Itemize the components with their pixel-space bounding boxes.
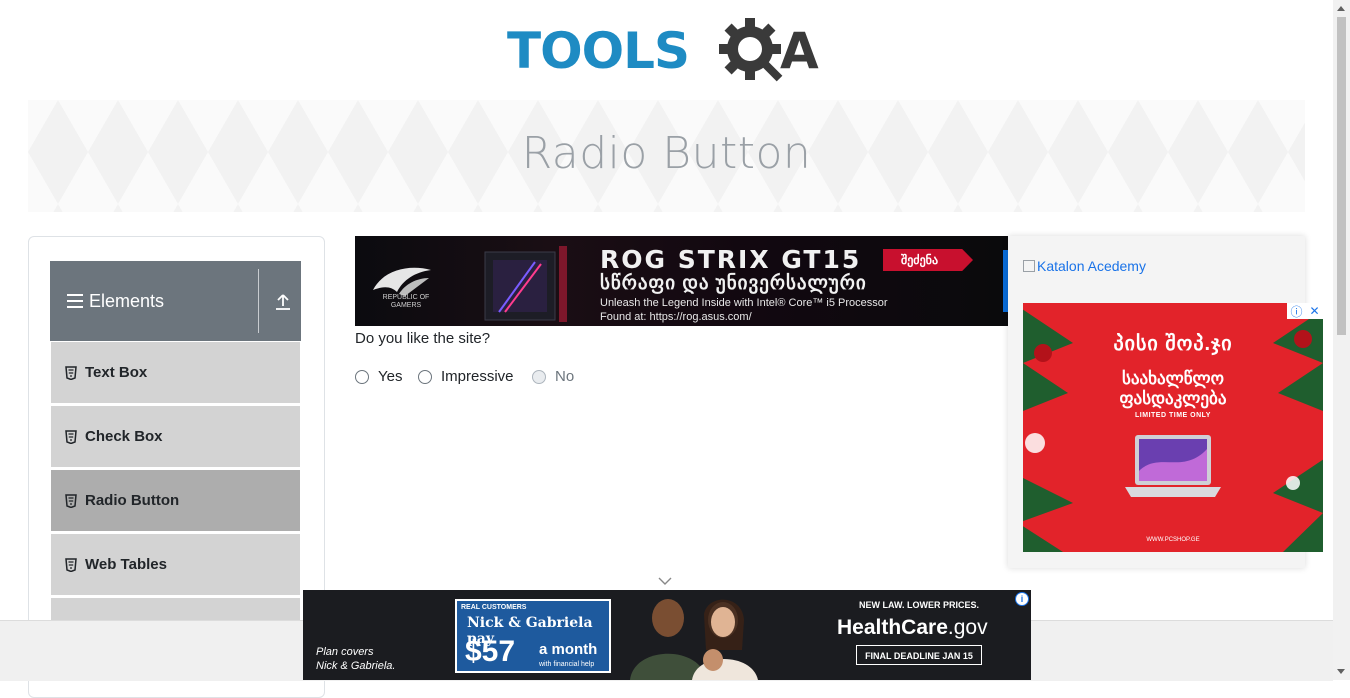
radio-input [532, 369, 546, 384]
ad-deadline: FINAL DEADLINE JAN 15 [856, 645, 982, 665]
chevron-down-icon[interactable] [658, 577, 672, 585]
pcshop-ad[interactable]: პისი შოპ.ჯი საახალწლო ფასდაკლება LIMITED… [1023, 303, 1323, 552]
ad-headline-line: საახალწლო [1121, 369, 1225, 388]
scroll-up-icon[interactable] [1337, 6, 1345, 11]
rog-brand-text: REPUBLIC OF GAMERS [382, 294, 430, 309]
ad-plan-line: Nick & Gabriela. [316, 660, 396, 672]
svg-text:TOOLS: TOOLS [507, 22, 689, 80]
logo-graphic: TOOLS A [507, 18, 819, 82]
ad-per-month: a month [539, 641, 598, 658]
page-banner: Radio Button [28, 100, 1305, 212]
ad-new-law: NEW LAW. LOWER PRICES. [859, 600, 980, 610]
scroll-thumb[interactable] [1337, 17, 1346, 335]
sidebar-item-web-tables[interactable]: Web Tables [51, 534, 300, 596]
toolsqa-logo[interactable]: TOOLS A [505, 14, 835, 92]
ad-headline-line: ფასდაკლება [1119, 389, 1227, 408]
broken-image-icon [1023, 260, 1035, 272]
ad-price-box: REAL CUSTOMERS Nick & Gabriela pay $57 a… [455, 599, 611, 673]
question-text: Do you like the site? [355, 330, 491, 347]
ad-headline: საახალწლო ფასდაკლება [1023, 369, 1323, 409]
ad-plan-text: Plan covers Nick & Gabriela. [316, 645, 395, 673]
info-icon[interactable]: i [1015, 592, 1029, 606]
html5-icon [65, 366, 77, 380]
rog-strix-ad[interactable]: REPUBLIC OF GAMERS ROG STRIX GT15 სწრაფი… [355, 236, 1008, 326]
ad-choices[interactable]: ⓘ ✕ [1287, 303, 1323, 319]
ad-amount: $57 [465, 635, 516, 668]
gear-icon [719, 18, 783, 82]
header-divider [258, 269, 259, 333]
info-icon[interactable]: ⓘ [1290, 303, 1302, 320]
ad-subtitle: სწრაფი და უნივერსალური [600, 273, 867, 294]
link-text[interactable]: Katalon Acedemy [1037, 258, 1146, 274]
html5-icon [65, 494, 77, 508]
sidebar-item-radio-button[interactable]: Radio Button [51, 470, 300, 532]
sidebar-item-label: Text Box [85, 364, 148, 381]
sidebar-item-text-box[interactable]: Text Box [51, 342, 300, 404]
katalon-academy-link[interactable]: Katalon Acedemy [1023, 258, 1146, 274]
radio-label: No [555, 368, 575, 385]
ad-title: ROG STRIX GT15 [600, 245, 862, 274]
family-photo-image [630, 599, 758, 680]
healthcare-ad[interactable]: Plan covers Nick & Gabriela. REAL CUSTOM… [303, 590, 1031, 680]
ad-buy-button[interactable]: შეძენა [883, 249, 973, 271]
radio-yes[interactable]: Yes [355, 368, 402, 385]
ad-financial-help: with financial help [539, 661, 595, 668]
ad-line: Found at: https://rog.asus.com/ [600, 311, 752, 323]
group-label: Elements [89, 291, 165, 311]
ad-site-tld: .gov [947, 616, 988, 639]
ad-line: Unleash the Legend Inside with Intel® Co… [600, 297, 888, 309]
sidebar-item-label: Check Box [85, 428, 163, 445]
radio-input[interactable] [355, 369, 369, 384]
ad-brand: პისი შოპ.ჯი [1113, 333, 1233, 355]
ad-limited-text: LIMITED TIME ONLY [1135, 412, 1211, 419]
radio-impressive[interactable]: Impressive [418, 368, 514, 385]
radio-input[interactable] [418, 369, 432, 384]
radio-label[interactable]: Impressive [441, 368, 514, 385]
sidebar-item-check-box[interactable]: Check Box [51, 406, 300, 468]
ad-site-main: HealthCare [837, 616, 948, 639]
svg-text:A: A [780, 22, 819, 80]
ad-site: WWW.PCSHOP.GE [1146, 537, 1200, 543]
close-icon[interactable]: ✕ [1309, 304, 1319, 318]
page-scrollbar[interactable] [1333, 0, 1350, 680]
html5-icon [65, 430, 77, 444]
ad-plan-line: Plan covers [316, 646, 374, 658]
collapse-upload-icon[interactable] [275, 293, 291, 311]
elements-group-header[interactable]: Elements [50, 261, 301, 341]
sidebar-item-label: Web Tables [85, 556, 167, 573]
ad-site-name: HealthCare.gov [837, 616, 988, 640]
scroll-down-icon[interactable] [1337, 669, 1345, 674]
laptop-image [1125, 435, 1221, 497]
hamburger-icon [67, 294, 83, 308]
ad-real-customers: REAL CUSTOMERS [461, 604, 527, 611]
radio-no: No [532, 368, 574, 385]
page-title: Radio Button [521, 128, 812, 179]
html5-icon [65, 558, 77, 572]
radio-label[interactable]: Yes [378, 368, 402, 385]
sidebar-item-label: Radio Button [85, 492, 180, 509]
